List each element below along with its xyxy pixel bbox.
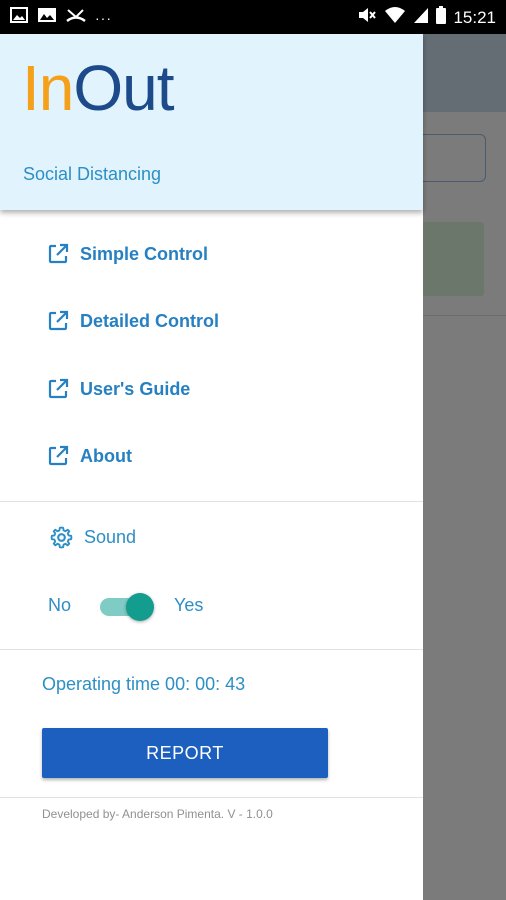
sound-setting: Sound — [49, 519, 136, 555]
gear-icon — [50, 526, 73, 548]
sound-toggle-row: No Yes — [48, 587, 203, 623]
image-icon — [10, 7, 28, 28]
divider — [0, 797, 423, 798]
clock: 15:21 — [453, 7, 496, 27]
status-bar-notifications: ··· — [10, 7, 112, 28]
report-button[interactable]: REPORT — [42, 728, 328, 778]
divider — [0, 501, 423, 502]
operating-time: Operating time 00: 00: 43 — [42, 674, 246, 694]
navigation-drawer: InOut Social Distancing Simple Control D… — [0, 34, 423, 900]
switch-knob — [126, 593, 154, 621]
menu-item-label: Detailed Control — [80, 310, 220, 331]
developer-credit: Developed by- Anderson Pimenta. V - 1.0.… — [42, 807, 273, 821]
gallery-icon — [37, 7, 57, 28]
battery-icon — [436, 6, 447, 29]
toggle-no-label: No — [48, 594, 72, 615]
menu-item-label: User's Guide — [80, 378, 191, 399]
mute-icon — [357, 6, 377, 29]
open-in-new-icon — [48, 243, 69, 264]
open-in-new-icon — [48, 310, 69, 331]
status-bar: ··· 15:21 — [0, 0, 506, 34]
menu-item-label: About — [80, 445, 132, 466]
more-notifications: ··· — [95, 9, 112, 26]
menu-item-label: Simple Control — [80, 243, 209, 264]
missed-call-icon — [66, 7, 86, 28]
menu-item-simple-control[interactable]: Simple Control — [46, 236, 208, 272]
open-in-new-icon — [48, 445, 69, 466]
divider — [0, 649, 423, 650]
app-logo: InOut — [22, 52, 175, 124]
signal-icon — [413, 6, 429, 29]
menu-item-about[interactable]: About — [46, 438, 132, 474]
app-subtitle: Social Distancing — [23, 164, 162, 184]
open-in-new-icon — [48, 378, 69, 399]
menu-item-users-guide[interactable]: User's Guide — [46, 371, 190, 407]
sound-label: Sound — [84, 526, 137, 547]
wifi-icon — [384, 6, 406, 29]
status-bar-system: 15:21 — [357, 6, 496, 29]
toggle-yes-label: Yes — [174, 594, 204, 615]
menu-item-detailed-control[interactable]: Detailed Control — [46, 303, 219, 339]
sound-toggle-switch[interactable] — [100, 590, 156, 621]
drawer-header: InOut Social Distancing — [0, 34, 423, 210]
